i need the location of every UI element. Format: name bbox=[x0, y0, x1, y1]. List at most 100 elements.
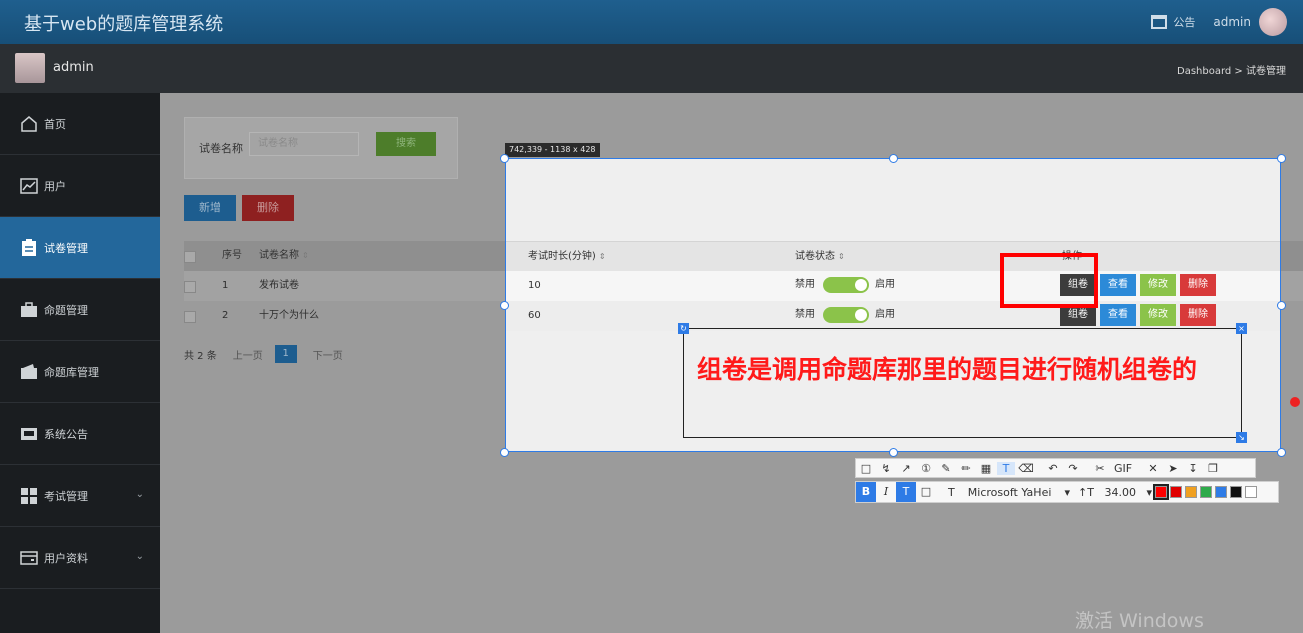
sidebar-item-label: 用户 bbox=[44, 179, 66, 193]
annotation-toolbar: □ ↯ ↗ ① ✎ ✏ ▦ T ⌫ ↶ ↷ ✂ GIF ✕ ➤ ↧ ❐ bbox=[855, 458, 1256, 478]
chevron-down-icon: ⌄ bbox=[135, 551, 144, 562]
number-icon[interactable]: ① bbox=[917, 462, 935, 475]
pin-icon[interactable]: ➤ bbox=[1164, 462, 1182, 475]
pager-next[interactable]: 下一页 bbox=[313, 347, 343, 362]
italic-icon[interactable]: I bbox=[876, 482, 896, 502]
color-swatch[interactable] bbox=[1153, 484, 1169, 500]
select-all-checkbox[interactable] bbox=[184, 251, 196, 263]
view-button[interactable]: 查看 bbox=[1100, 304, 1136, 326]
pen-icon[interactable]: ✎ bbox=[937, 462, 955, 475]
resize-handle[interactable] bbox=[1277, 301, 1286, 310]
mosaic-icon[interactable]: ▦ bbox=[977, 462, 995, 475]
pager-current[interactable]: 1 bbox=[274, 345, 297, 363]
crop-icon[interactable]: ✂ bbox=[1091, 462, 1109, 475]
download-icon[interactable]: ↧ bbox=[1184, 462, 1202, 475]
notice-icon[interactable] bbox=[1151, 15, 1168, 29]
rotate-icon[interactable]: ↻ bbox=[678, 323, 689, 334]
color-swatch[interactable] bbox=[1170, 486, 1182, 498]
eraser-icon[interactable]: ⌫ bbox=[1017, 462, 1035, 475]
view-button[interactable]: 查看 bbox=[1100, 274, 1136, 296]
sidebar-item-home[interactable]: 首页 bbox=[0, 93, 160, 155]
shape-icon[interactable]: □ bbox=[857, 462, 875, 475]
row-checkbox[interactable] bbox=[184, 311, 196, 323]
notice-link[interactable]: 公告 bbox=[1173, 14, 1195, 30]
text-format-toolbar: B I T □ T Microsoft YaHei ▾ ↑T 34.00 ▾ bbox=[855, 481, 1279, 503]
delete-button[interactable]: 删除 bbox=[242, 195, 294, 221]
sidebar-item-users[interactable]: 用户 bbox=[0, 155, 160, 217]
briefcase-icon bbox=[19, 300, 39, 320]
resize-handle[interactable] bbox=[889, 154, 898, 163]
app-title: 基于web的题库管理系统 bbox=[24, 14, 224, 35]
font-select[interactable]: T Microsoft YaHei ▾ bbox=[948, 486, 1070, 499]
remove-button[interactable]: 删除 bbox=[1180, 304, 1216, 326]
chevron-down-icon: ▾ bbox=[1146, 485, 1152, 499]
sidebar-item-exam-papers[interactable]: 试卷管理 bbox=[0, 217, 160, 279]
sub-header: admin Dashboard > 试卷管理 bbox=[0, 44, 1303, 93]
capture-size-label: 742,339 - 1138 x 428 bbox=[505, 143, 600, 157]
col-duration[interactable]: 考试时长(分钟) ⇕ bbox=[528, 242, 606, 272]
table-row: 60 禁用 启用 组卷 查看 修改 删除 bbox=[506, 301, 1280, 331]
marker-icon[interactable]: ✏ bbox=[957, 462, 975, 475]
close-icon[interactable]: ✕ bbox=[1144, 462, 1162, 475]
sidebar-item-questions[interactable]: 命题管理 bbox=[0, 279, 160, 341]
status-toggle[interactable] bbox=[823, 277, 869, 293]
sort-icon: ⇕ bbox=[302, 251, 309, 260]
top-header: 基于web的题库管理系统 公告 admin bbox=[0, 0, 1303, 44]
table-header: 考试时长(分钟) ⇕ 试卷状态 ⇕ 操作 bbox=[506, 241, 1280, 272]
sidebar-item-profile[interactable]: 用户资料 ⌄ bbox=[0, 527, 160, 589]
search-input[interactable]: 试卷名称 bbox=[249, 132, 359, 156]
undo-icon[interactable]: ↶ bbox=[1044, 462, 1062, 475]
annotation-text: 组卷是调用命题库那里的题目进行随机组卷的 bbox=[697, 355, 1198, 384]
resize-handle[interactable] bbox=[500, 448, 509, 457]
font-size-select[interactable]: ↑T 34.00 ▾ bbox=[1078, 486, 1152, 499]
text-fill-icon[interactable]: T bbox=[896, 482, 916, 502]
status-off-label: 禁用 bbox=[795, 309, 815, 320]
col-status[interactable]: 试卷状态 ⇕ bbox=[795, 242, 845, 272]
annotation-textbox[interactable]: 组卷是调用命题库那里的题目进行随机组卷的 ↻ × ↘ bbox=[678, 323, 1247, 443]
status-toggle[interactable] bbox=[823, 307, 869, 323]
close-icon[interactable]: × bbox=[1236, 323, 1247, 334]
gif-button[interactable]: GIF bbox=[1111, 462, 1135, 475]
sidebar-item-announcements[interactable]: 系统公告 bbox=[0, 403, 160, 465]
highlight-rectangle[interactable] bbox=[1000, 253, 1098, 308]
add-button[interactable]: 新增 bbox=[184, 195, 236, 221]
text-background-icon[interactable]: □ bbox=[916, 482, 936, 502]
color-swatch[interactable] bbox=[1200, 486, 1212, 498]
resize-handle[interactable] bbox=[500, 301, 509, 310]
bold-icon[interactable]: B bbox=[856, 482, 876, 502]
chevron-down-icon: ▾ bbox=[1064, 485, 1070, 499]
color-swatch[interactable] bbox=[1215, 486, 1227, 498]
edit-button[interactable]: 修改 bbox=[1140, 304, 1176, 326]
resize-handle[interactable] bbox=[1277, 154, 1286, 163]
text-tool-icon[interactable]: T bbox=[997, 461, 1015, 475]
col-name[interactable]: 试卷名称 ⇕ bbox=[259, 241, 309, 271]
resize-corner-icon[interactable]: ↘ bbox=[1236, 432, 1247, 443]
search-button[interactable]: 搜索 bbox=[376, 132, 436, 156]
top-right-area: 公告 admin bbox=[1151, 0, 1303, 44]
remove-button[interactable]: 删除 bbox=[1180, 274, 1216, 296]
header-avatar[interactable] bbox=[1259, 8, 1287, 36]
color-swatch[interactable] bbox=[1185, 486, 1197, 498]
redo-icon[interactable]: ↷ bbox=[1064, 462, 1082, 475]
chart-icon bbox=[19, 176, 39, 196]
arrow-icon[interactable]: ↗ bbox=[897, 462, 915, 475]
sidebar-username: admin bbox=[53, 60, 94, 75]
row-checkbox[interactable] bbox=[184, 281, 196, 293]
sort-icon: ⇕ bbox=[838, 252, 845, 261]
color-swatch[interactable] bbox=[1230, 486, 1242, 498]
copy-icon[interactable]: ❐ bbox=[1204, 462, 1222, 475]
sidebar-item-label: 试卷管理 bbox=[44, 241, 88, 255]
font-icon: T bbox=[948, 485, 955, 499]
edit-button[interactable]: 修改 bbox=[1140, 274, 1176, 296]
sidebar-item-question-bank[interactable]: 命题库管理 bbox=[0, 341, 160, 403]
pager-prev[interactable]: 上一页 bbox=[233, 347, 263, 362]
resize-handle[interactable] bbox=[889, 448, 898, 457]
sidebar-item-exams[interactable]: 考试管理 ⌄ bbox=[0, 465, 160, 527]
chevron-down-icon: ⌄ bbox=[135, 489, 144, 500]
resize-handle[interactable] bbox=[1277, 448, 1286, 457]
polyline-icon[interactable]: ↯ bbox=[877, 462, 895, 475]
sort-icon: ⇕ bbox=[598, 252, 606, 261]
color-swatch[interactable] bbox=[1245, 486, 1257, 498]
header-username[interactable]: admin bbox=[1213, 15, 1251, 29]
resize-handle[interactable] bbox=[500, 154, 509, 163]
